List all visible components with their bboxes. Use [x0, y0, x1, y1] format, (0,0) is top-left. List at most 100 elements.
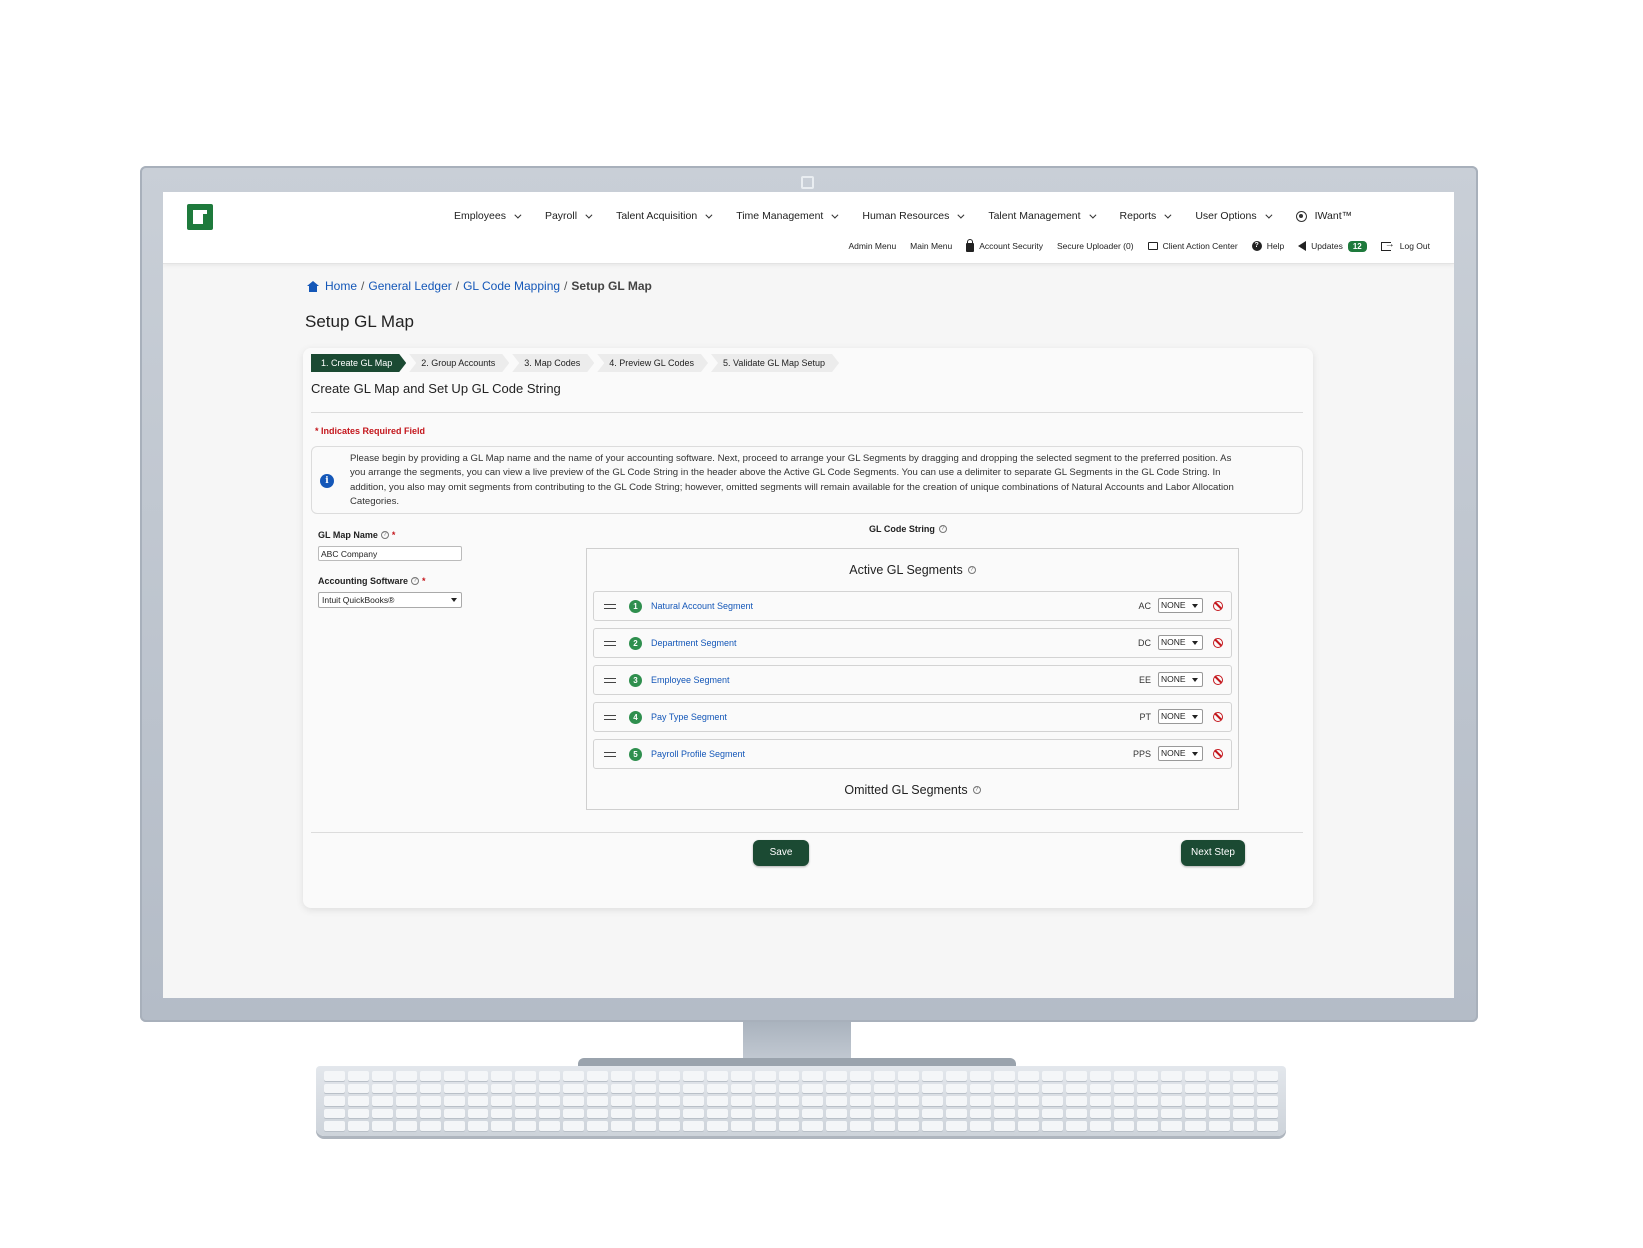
- keyboard-key: [1041, 1071, 1063, 1081]
- drag-handle-icon[interactable]: [604, 641, 616, 646]
- nav-human-resources[interactable]: Human Resources: [849, 206, 975, 226]
- nav-payroll[interactable]: Payroll: [532, 206, 603, 226]
- step-validate-gl-map-setup[interactable]: 5. Validate GL Map Setup: [711, 354, 839, 372]
- chevron-down-icon: [705, 211, 713, 219]
- help-link[interactable]: ? Help: [1251, 241, 1284, 251]
- nav-user-options[interactable]: User Options: [1182, 206, 1282, 226]
- delimiter-select[interactable]: NONE: [1158, 672, 1203, 687]
- admin-menu-link[interactable]: Admin Menu: [848, 241, 896, 251]
- nav-talent-acquisition[interactable]: Talent Acquisition: [603, 206, 723, 226]
- keyboard-key: [1137, 1121, 1159, 1131]
- segment-name-link[interactable]: Employee Segment: [651, 675, 730, 685]
- main-menu-link[interactable]: Main Menu: [910, 241, 952, 251]
- keyboard-key: [1113, 1108, 1135, 1119]
- segments-panel: Active GL Segments ? 1 Natural Account S…: [586, 548, 1239, 810]
- gl-map-name-label-text: GL Map Name: [318, 530, 378, 540]
- delimiter-value: NONE: [1161, 600, 1186, 610]
- question-mark-icon[interactable]: ?: [411, 577, 420, 585]
- step-group-accounts[interactable]: 2. Group Accounts: [409, 354, 509, 372]
- updates-link[interactable]: Updates 12: [1298, 240, 1367, 252]
- nav-employees[interactable]: Employees: [441, 206, 532, 226]
- keyboard-key: [802, 1071, 824, 1081]
- keyboard-key: [706, 1096, 728, 1106]
- nav-time-management[interactable]: Time Management: [723, 206, 849, 226]
- home-icon[interactable]: [307, 280, 319, 292]
- segment-order-badge: 5: [629, 748, 642, 761]
- omit-segment-icon[interactable]: [1213, 601, 1223, 611]
- keyboard-key: [850, 1121, 872, 1131]
- keyboard-key: [491, 1083, 513, 1094]
- accounting-software-select[interactable]: Intuit QuickBooks®: [318, 592, 462, 608]
- breadcrumb-gl-code-mapping[interactable]: GL Code Mapping: [463, 279, 560, 293]
- delimiter-select[interactable]: NONE: [1158, 746, 1203, 761]
- chevron-down-icon: [1264, 211, 1273, 219]
- nav-iwant[interactable]: IWant™: [1283, 206, 1366, 226]
- nav-reports[interactable]: Reports: [1107, 206, 1183, 226]
- omit-segment-icon[interactable]: [1213, 638, 1223, 648]
- step-preview-gl-codes[interactable]: 4. Preview GL Codes: [597, 354, 708, 372]
- keyboard-key: [874, 1071, 896, 1081]
- next-step-button[interactable]: Next Step: [1181, 840, 1245, 866]
- delimiter-select[interactable]: NONE: [1158, 635, 1203, 650]
- breadcrumb-general-ledger[interactable]: General Ledger: [368, 279, 451, 293]
- segment-name-link[interactable]: Payroll Profile Segment: [651, 749, 745, 759]
- question-mark-icon[interactable]: ?: [380, 531, 389, 539]
- brand-logo-icon[interactable]: [187, 204, 213, 230]
- segment-row[interactable]: 2 Department Segment DC NONE: [593, 628, 1232, 658]
- question-mark-icon[interactable]: ?: [938, 525, 947, 533]
- question-mark-icon[interactable]: ?: [967, 566, 976, 574]
- keyboard-key: [826, 1108, 848, 1119]
- log-out-link[interactable]: Log Out: [1380, 239, 1430, 251]
- keyboard-key: [611, 1096, 633, 1106]
- segment-code: DC: [1138, 638, 1151, 648]
- segment-row[interactable]: 4 Pay Type Segment PT NONE: [593, 702, 1232, 732]
- drag-handle-icon[interactable]: [604, 678, 616, 683]
- segment-order-badge: 1: [629, 600, 642, 613]
- updates-label: Updates: [1311, 241, 1343, 251]
- keyboard-key: [1041, 1121, 1063, 1131]
- drag-handle-icon[interactable]: [604, 752, 616, 757]
- keyboard-key: [1017, 1108, 1039, 1119]
- keyboard-key: [874, 1083, 896, 1094]
- secure-uploader-link[interactable]: Secure Uploader (0): [1057, 241, 1134, 251]
- segment-name-link[interactable]: Pay Type Segment: [651, 712, 727, 722]
- keyboard-key: [898, 1121, 920, 1131]
- segment-row[interactable]: 3 Employee Segment EE NONE: [593, 665, 1232, 695]
- keyboard-key: [850, 1096, 872, 1106]
- drag-handle-icon[interactable]: [604, 604, 616, 609]
- nav-label: Talent Management: [988, 210, 1081, 222]
- segment-code: AC: [1138, 601, 1151, 611]
- omit-segment-icon[interactable]: [1213, 749, 1223, 759]
- breadcrumb-home[interactable]: Home: [325, 279, 357, 293]
- keyboard-key: [1089, 1071, 1111, 1081]
- keyboard-key: [802, 1121, 824, 1131]
- segment-name-link[interactable]: Natural Account Segment: [651, 601, 753, 611]
- keyboard-key: [1089, 1083, 1111, 1094]
- omit-segment-icon[interactable]: [1213, 675, 1223, 685]
- keyboard-key: [587, 1108, 609, 1119]
- divider: [311, 412, 1303, 413]
- client-action-center-link[interactable]: Client Action Center: [1147, 241, 1238, 251]
- nav-talent-management[interactable]: Talent Management: [975, 206, 1106, 226]
- segment-code: EE: [1138, 675, 1151, 685]
- keyboard-key: [1185, 1071, 1207, 1081]
- question-mark-icon[interactable]: ?: [972, 786, 981, 794]
- save-button[interactable]: Save: [753, 840, 809, 866]
- segment-name-link[interactable]: Department Segment: [651, 638, 737, 648]
- segment-row[interactable]: 1 Natural Account Segment AC NONE: [593, 591, 1232, 621]
- step-create-gl-map[interactable]: 1. Create GL Map: [311, 354, 406, 372]
- delimiter-select[interactable]: NONE: [1158, 598, 1203, 613]
- keyboard-key: [1257, 1083, 1278, 1094]
- drag-handle-icon[interactable]: [604, 715, 616, 720]
- step-map-codes[interactable]: 3. Map Codes: [512, 354, 594, 372]
- keyboard-key: [1257, 1121, 1278, 1131]
- delimiter-select[interactable]: NONE: [1158, 709, 1203, 724]
- account-security-link[interactable]: Account Security: [966, 239, 1043, 252]
- nav-label: Talent Acquisition: [616, 210, 698, 222]
- admin-menu-label: Admin Menu: [848, 241, 897, 251]
- segment-row[interactable]: 5 Payroll Profile Segment PPS NONE: [593, 739, 1232, 769]
- gl-map-name-input[interactable]: [318, 546, 462, 561]
- nav-label: Human Resources: [862, 210, 950, 222]
- caret-down-icon: [1192, 641, 1198, 645]
- omit-segment-icon[interactable]: [1213, 712, 1223, 722]
